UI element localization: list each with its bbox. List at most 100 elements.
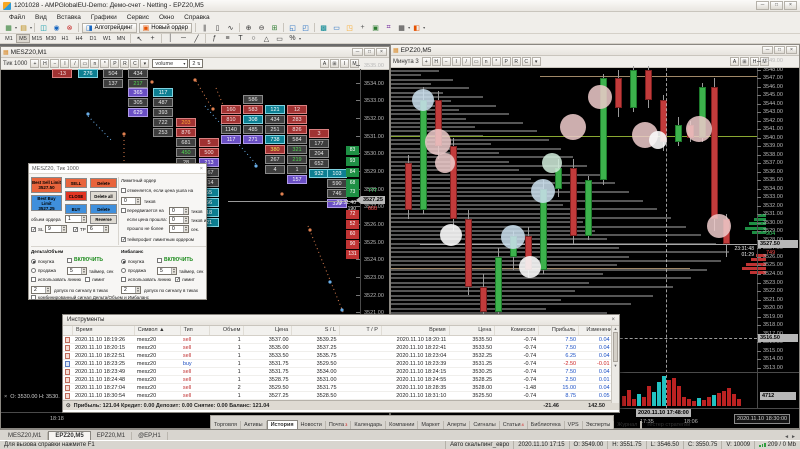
- navigator-icon[interactable]: ⊗: [63, 23, 76, 33]
- templates-icon-dropdown[interactable]: ▾: [423, 25, 425, 30]
- move-ticks-spinner-arrows[interactable]: ▲ ▼: [183, 208, 188, 214]
- close-button[interactable]: ×: [376, 48, 387, 56]
- chart-tab-EPZ20,M5[interactable]: EPZ20,M5: [48, 431, 91, 440]
- templates-icon[interactable]: ◧: [410, 23, 423, 33]
- timeframe-M30[interactable]: M30: [44, 34, 58, 43]
- chart-tool-button-▭[interactable]: ▭: [80, 59, 90, 68]
- delete-sell-button[interactable]: Delete: [90, 178, 117, 188]
- more-shapes-icon-dropdown[interactable]: ▾: [299, 36, 301, 41]
- chart-tool-button-−[interactable]: −: [50, 59, 60, 68]
- chart-tab-EPZ20,M1[interactable]: EPZ20,M1: [91, 432, 133, 440]
- toolbox-tab-Активы[interactable]: Активы: [241, 421, 267, 429]
- profiles-icon[interactable]: ▤: [17, 23, 30, 33]
- profiles-icon-dropdown[interactable]: ▾: [30, 25, 32, 30]
- delta-timer-spinner-arrows[interactable]: ▲ ▼: [81, 268, 86, 274]
- autoscroll-icon[interactable]: ▭: [330, 23, 343, 33]
- menu-item-Вид[interactable]: Вид: [30, 14, 52, 21]
- menu-item-Файл[interactable]: Файл: [4, 14, 30, 21]
- toolbox-tab-tester[interactable]: Тестер стратегий: [641, 421, 694, 429]
- imbalance-buy-radio[interactable]: [121, 259, 126, 264]
- delta-tolerance-spinner-arrows[interactable]: ▲ ▼: [45, 287, 50, 293]
- delete-buy-button[interactable]: Delete: [90, 204, 117, 214]
- close-icon[interactable]: ×: [611, 317, 615, 323]
- history-row[interactable]: 2020.11.10 18:30:54 mesz20 sell 1 3527.25 352…: [63, 392, 619, 400]
- channel-icon[interactable]: ≡: [221, 34, 234, 44]
- market-watch-icon[interactable]: ◫: [37, 23, 50, 33]
- restore-button[interactable]: □: [774, 46, 785, 54]
- column-header-T / P[interactable]: T / P: [340, 326, 382, 335]
- text-icon[interactable]: T: [234, 34, 247, 44]
- timeframe-D1[interactable]: D1: [86, 34, 100, 43]
- restore-button[interactable]: □: [364, 48, 375, 56]
- column-header-Цена[interactable]: Цена: [244, 326, 293, 335]
- chart-tool-button-H[interactable]: H: [40, 59, 50, 68]
- menu-item-Вставка[interactable]: Вставка: [52, 14, 86, 21]
- best-sell-limit-button[interactable]: Best Sell Limit 3527.50: [31, 177, 62, 193]
- buy-button[interactable]: BUY: [65, 204, 87, 214]
- tp-spinner-arrows[interactable]: ▲ ▼: [103, 226, 108, 232]
- bars-icon[interactable]: ∥: [198, 23, 211, 33]
- toolbox-tab-Почта[interactable]: Почта 3: [326, 421, 352, 429]
- sl-spinner-arrows[interactable]: ▲ ▼: [61, 226, 66, 232]
- chart-tool-button-H[interactable]: H: [431, 57, 441, 66]
- chart-shift-icon[interactable]: ◳: [343, 23, 356, 33]
- toolbox-tab-Сигналы[interactable]: Сигналы: [470, 421, 500, 429]
- scroll-down-icon[interactable]: ▼: [612, 363, 619, 368]
- tile-windows-icon[interactable]: ⊞: [268, 23, 281, 33]
- chart-tool-button-R[interactable]: R: [511, 57, 521, 66]
- toolbox-tab-Календарь[interactable]: Календарь: [351, 421, 387, 429]
- delta-timer-spinner[interactable]: 5 ▲ ▼: [67, 267, 87, 275]
- column-header-Время[interactable]: Время: [382, 326, 450, 335]
- column-header-Объем[interactable]: Объем: [210, 326, 245, 335]
- minimize-button[interactable]: ─: [762, 46, 773, 54]
- combined-signal-checkbox[interactable]: [31, 295, 36, 300]
- periods-icon[interactable]: ▦: [395, 23, 408, 33]
- trendline-icon[interactable]: ╱: [190, 34, 203, 44]
- chart-tool-button-▾[interactable]: ▾: [531, 57, 541, 66]
- tp-checkbox[interactable]: ✓: [73, 227, 78, 233]
- menu-item-Окно[interactable]: Окно: [154, 14, 179, 21]
- corner-button-A[interactable]: A: [730, 57, 739, 66]
- chart-tool-button-+[interactable]: +: [421, 57, 431, 66]
- imbalance-line-checkbox[interactable]: [121, 277, 126, 282]
- column-header-Прибыль[interactable]: Прибыль: [539, 326, 580, 335]
- move-ticks-spinner[interactable]: 0 ▲ ▼: [169, 207, 189, 215]
- close-icon[interactable]: ×: [200, 166, 203, 172]
- fullscreen-icon[interactable]: ▩: [317, 23, 330, 33]
- chart-tool-button-R[interactable]: R: [120, 59, 130, 68]
- chart-tool-button-*[interactable]: *: [100, 59, 110, 68]
- timeframe-M5[interactable]: M5: [16, 34, 30, 43]
- elapsed-spinner[interactable]: 0 ▲ ▼: [169, 225, 189, 233]
- chart-tool-button-*[interactable]: *: [491, 57, 501, 66]
- grid-icon[interactable]: ⌗: [382, 23, 395, 33]
- toolbox-tab-Маркет[interactable]: Маркет: [418, 421, 445, 429]
- zoom-in-icon[interactable]: ⊕: [242, 23, 255, 33]
- menu-item-Сервис[interactable]: Сервис: [122, 14, 154, 21]
- menu-item-Графики[interactable]: Графики: [86, 14, 122, 21]
- corner-button-H[interactable]: H: [750, 57, 759, 66]
- chart-tool-button-n[interactable]: n: [90, 59, 100, 68]
- corner-button-⊞[interactable]: ⊞: [330, 59, 339, 68]
- corner-button-M[interactable]: M: [760, 57, 769, 66]
- imbalance-timer-spinner-arrows[interactable]: ▲ ▼: [171, 268, 176, 274]
- chart-tool-button-n[interactable]: n: [481, 57, 491, 66]
- minimize-button[interactable]: ─: [756, 1, 769, 10]
- corner-button-⊞[interactable]: ⊞: [740, 57, 749, 66]
- chart-tool-button-−[interactable]: −: [441, 57, 451, 66]
- add-pane-icon[interactable]: ◰: [299, 23, 312, 33]
- volume-spinner[interactable]: 2 ⇅: [189, 59, 204, 68]
- column-header-Комиссия[interactable]: Комиссия: [495, 326, 540, 335]
- cancel-ticks-spinner-arrows[interactable]: ▲ ▼: [135, 198, 140, 204]
- delta-enable-checkbox[interactable]: [67, 258, 72, 263]
- cursor-icon[interactable]: ↖: [133, 34, 146, 44]
- toolbox-tab-VPS[interactable]: VPS: [565, 421, 583, 429]
- vline-icon[interactable]: │: [164, 34, 177, 44]
- close-button[interactable]: CLOSE: [65, 191, 87, 201]
- imbalance-enable-checkbox[interactable]: [157, 258, 162, 263]
- fibonacci-icon[interactable]: ƒ: [208, 34, 221, 44]
- rectangle-icon[interactable]: ▭: [273, 34, 286, 44]
- chart-tool-button-C[interactable]: C: [130, 59, 140, 68]
- chart-tab-MESZ20,M1[interactable]: MESZ20,M1: [2, 432, 49, 440]
- ellipse-icon[interactable]: ○: [247, 34, 260, 44]
- close-button[interactable]: ×: [786, 46, 797, 54]
